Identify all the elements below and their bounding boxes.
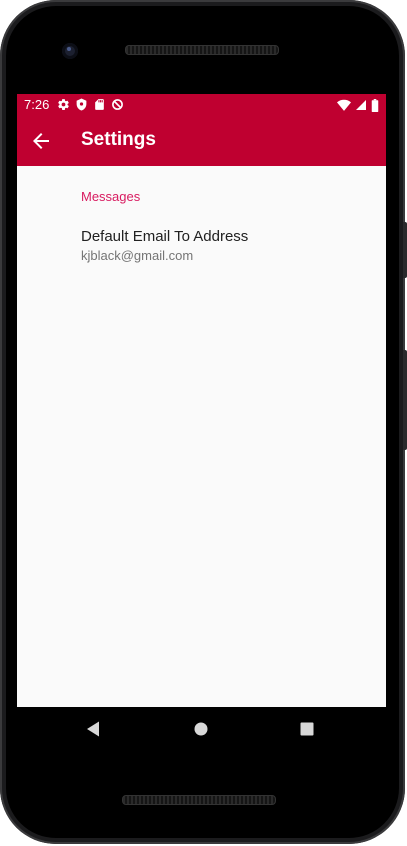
power-button [403,222,407,278]
arrow-back-icon [33,133,49,149]
home-circle-icon [194,722,208,736]
back-triangle-icon [87,721,99,737]
app-bar: Settings [17,116,386,166]
status-icons-left [57,98,124,112]
battery-icon [371,98,379,112]
shield-icon [76,98,87,111]
status-bar: 7:26 [17,94,386,116]
data-saver-icon [112,99,123,110]
nav-back-button[interactable] [82,717,106,741]
signal-icon [356,100,366,110]
top-speaker [125,45,279,55]
wifi-icon [337,99,351,111]
nav-recents-button[interactable] [295,717,319,741]
preference-title: Default Email To Address [81,228,249,245]
settings-icon [58,99,69,110]
nav-home-button[interactable] [189,717,213,741]
volume-button [403,350,407,450]
recents-square-icon [300,722,314,736]
sd-card-icon [95,99,104,110]
preference-default-email[interactable]: Default Email To Address kjblack@gmail.c… [17,218,386,268]
preference-summary: kjblack@gmail.com [81,248,194,263]
page-title: Settings [81,129,156,150]
bottom-speaker [122,795,276,805]
back-button[interactable] [29,129,53,153]
section-header-messages: Messages [81,189,141,204]
front-camera [62,43,78,59]
navigation-bar [17,707,386,751]
screen: 7:26 Settings Messages Default Email To … [17,94,386,707]
status-time: 7:26 [24,97,50,112]
status-icons-right [337,98,379,112]
